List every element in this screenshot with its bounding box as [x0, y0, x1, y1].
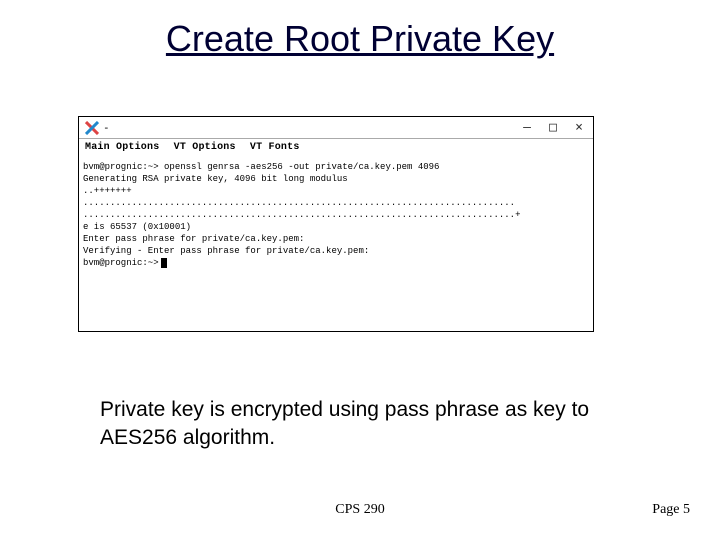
terminal-line: ........................................… — [83, 198, 515, 208]
xterm-icon — [85, 121, 99, 135]
slide-caption: Private key is encrypted using pass phra… — [100, 396, 620, 452]
footer-center: CPS 290 — [0, 502, 720, 518]
menu-vt-fonts[interactable]: VT Fonts — [250, 142, 300, 153]
maximize-icon[interactable]: □ — [545, 120, 561, 135]
terminal-title-suffix: - — [103, 121, 110, 134]
terminal-line: Enter pass phrase for private/ca.key.pem… — [83, 234, 304, 244]
close-icon[interactable]: × — [571, 120, 587, 135]
terminal-line: Verifying - Enter pass phrase for privat… — [83, 246, 369, 256]
terminal-titlebar: - — □ × — [79, 117, 593, 139]
terminal-menubar: Main Options VT Options VT Fonts — [79, 139, 593, 159]
minimize-icon[interactable]: — — [519, 120, 535, 135]
menu-vt-options[interactable]: VT Options — [174, 142, 236, 153]
footer-page: Page 5 — [652, 502, 690, 518]
slide: Create Root Private Key - — □ × Main Opt… — [0, 0, 720, 540]
menu-main-options[interactable]: Main Options — [85, 142, 159, 153]
terminal-line: e is 65537 (0x10001) — [83, 222, 191, 232]
cursor-icon — [161, 258, 167, 268]
terminal-line: bvm@prognic:~> openssl genrsa -aes256 -o… — [83, 162, 439, 172]
terminal-line: ........................................… — [83, 210, 520, 220]
terminal-line: Generating RSA private key, 4096 bit lon… — [83, 174, 348, 184]
page-title: Create Root Private Key — [0, 18, 720, 60]
terminal-line: bvm@prognic:~> — [83, 258, 159, 268]
terminal-body: bvm@prognic:~> openssl genrsa -aes256 -o… — [79, 159, 593, 271]
terminal-window: - — □ × Main Options VT Options VT Fonts… — [78, 116, 594, 332]
terminal-line: ..+++++++ — [83, 186, 132, 196]
